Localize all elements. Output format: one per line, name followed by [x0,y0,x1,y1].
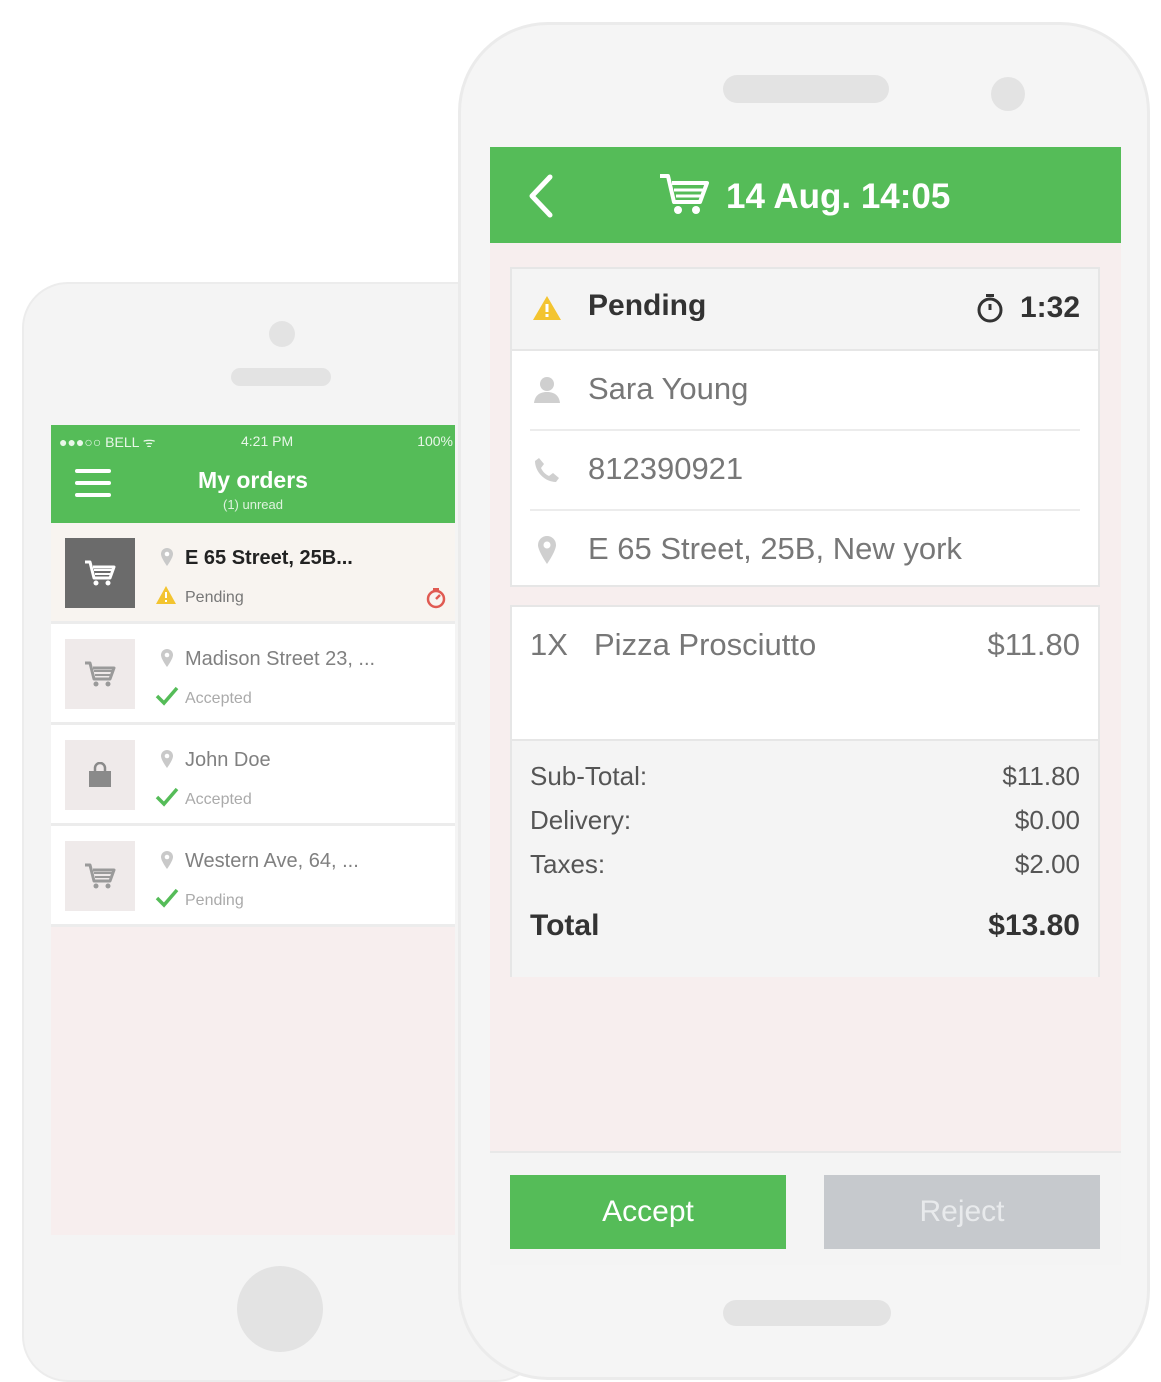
taxes-label: Taxes: [530,849,606,879]
cart-icon [65,841,135,911]
action-footer: Accept Reject [490,1151,1121,1265]
carrier-label: ●●●○○ BELL ᯤ [59,434,156,450]
countdown-timer: 1:32 [976,291,1080,325]
cart-icon [65,639,135,709]
user-icon [530,373,564,407]
location-pin-icon [530,533,564,567]
bottom-speaker [723,1300,891,1326]
reject-button[interactable]: Reject [824,1175,1100,1249]
back-arrow-icon[interactable] [522,173,562,219]
taxes-value: $2.00 [1014,849,1080,879]
page-title: My orders [198,467,308,493]
accept-button[interactable]: Accept [510,1175,786,1249]
order-status: Pending [185,892,244,909]
order-datetime: 14 Aug. 14:05 [726,176,951,216]
status-label: Pending [588,289,707,322]
order-status-row: Pending 1:32 [512,269,1098,351]
detail-title: 14 Aug. 14:05 [658,171,950,222]
customer-phone-row[interactable]: 812390921 [512,431,1098,511]
customer-name-row: Sara Young [512,351,1098,431]
subtotal-value: $11.80 [1002,761,1080,791]
cart-icon [65,538,135,608]
phone-icon [530,453,564,487]
delivery-label: Delivery: [530,805,632,835]
order-address: John Doe [185,749,271,771]
order-list-item[interactable]: Western Ave, 64, ... Pending [51,826,455,927]
order-summary-card: 1X Pizza Prosciutto $11.80 Sub-Total: $1… [510,605,1100,977]
status-bar: ●●●○○ BELL ᯤ 4:21 PM 100% [51,425,455,455]
home-button[interactable] [237,1266,323,1352]
order-status: Accepted [185,690,252,707]
warning-icon [155,585,177,610]
delivery-value: $0.00 [1014,805,1080,835]
location-pin-icon [161,548,173,571]
customer-address-row[interactable]: E 65 Street, 25B, New york [512,511,1098,591]
item-quantity: 1X [530,627,568,662]
warning-icon [530,291,564,325]
customer-phone: 812390921 [588,451,744,486]
order-address: Madison Street 23, ... [185,648,376,670]
location-pin-icon [161,649,173,672]
item-name: Pizza Prosciutto [594,627,817,662]
order-status: Accepted [185,791,252,808]
order-status: Pending [185,589,244,606]
customer-info-card: Pending 1:32 Sara Young 812390921 E 65 S… [510,267,1100,587]
bag-icon [65,740,135,810]
subtotal-label: Sub-Total: [530,761,648,791]
front-camera [269,321,295,347]
earpiece-speaker [231,368,331,386]
ios-orders-screen: ●●●○○ BELL ᯤ 4:21 PM 100% My orders (1) … [51,425,455,1235]
total-value: $13.80 [988,909,1080,942]
check-icon [155,686,179,711]
ios-header: ●●●○○ BELL ᯤ 4:21 PM 100% My orders (1) … [51,425,455,523]
delivery-row: Delivery: $0.00 [530,805,1080,836]
cart-icon [658,171,710,222]
item-price: $11.80 [987,627,1080,662]
order-detail-screen: 14 Aug. 14:05 Pending 1:32 Sara Young 81… [490,147,1121,1265]
order-address: E 65 Street, 25B... [185,547,353,569]
location-pin-icon [161,851,173,874]
order-list-item[interactable]: E 65 Street, 25B... Pending [51,523,455,624]
customer-address: E 65 Street, 25B, New york [588,531,962,566]
check-icon [155,888,179,913]
total-label: Total [530,909,600,942]
stopwatch-icon [977,294,1003,323]
timer-icon [425,587,447,614]
order-list-item[interactable]: Madison Street 23, ... Accepted [51,624,455,725]
front-camera [991,77,1025,111]
battery-level: 100% [417,433,453,449]
order-item: 1X Pizza Prosciutto $11.80 [512,607,1098,741]
unread-count: (1) unread [223,497,283,512]
timer-value: 1:32 [1019,291,1080,324]
customer-name: Sara Young [588,371,749,406]
order-list-item[interactable]: John Doe Accepted [51,725,455,826]
subtotal-row: Sub-Total: $11.80 [530,761,1080,792]
order-address: Western Ave, 64, ... [185,850,359,872]
earpiece-speaker [723,75,889,103]
totals-section: Sub-Total: $11.80 Delivery: $0.00 Taxes:… [512,741,1098,977]
detail-header: 14 Aug. 14:05 [490,147,1121,243]
taxes-row: Taxes: $2.00 [530,849,1080,880]
total-row: Total $13.80 [530,909,1080,943]
location-pin-icon [161,750,173,773]
status-time: 4:21 PM [241,433,294,449]
check-icon [155,787,179,812]
